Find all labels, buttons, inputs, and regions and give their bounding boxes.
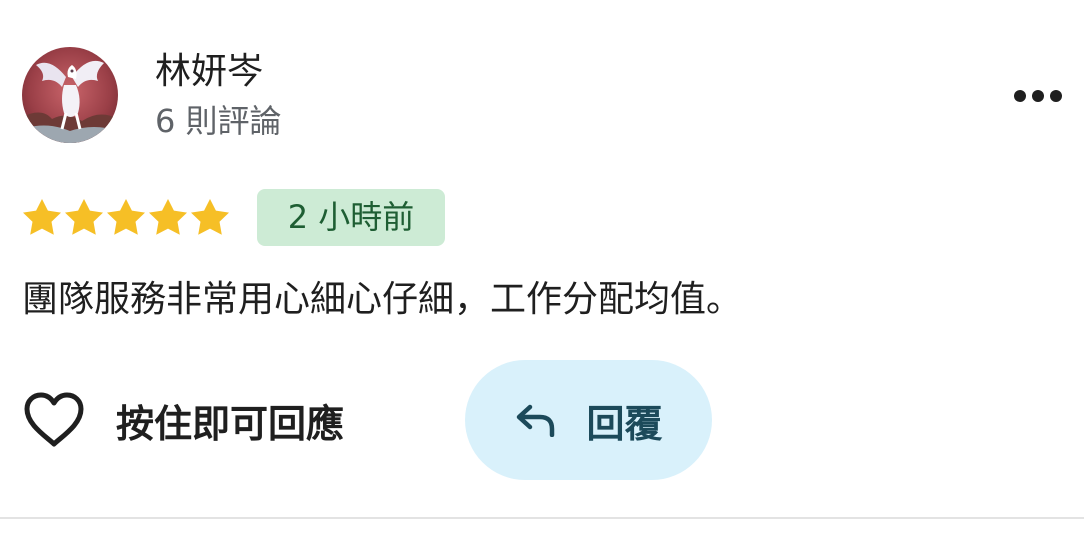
heart-outline-icon [24, 392, 84, 447]
more-options-button[interactable] [1010, 78, 1066, 114]
like-label: 按住即可回應 [116, 401, 345, 446]
reviewer-avatar[interactable] [22, 47, 118, 143]
divider [0, 517, 1084, 519]
pegasus-avatar-icon [22, 47, 118, 143]
reviewer-name[interactable]: 林妍岑 [155, 50, 263, 94]
time-ago-badge: 2 小時前 [257, 189, 445, 246]
review-count: 6 則評論 [155, 102, 282, 140]
star-icon [107, 199, 145, 235]
star-icon [23, 199, 61, 235]
like-button[interactable]: 按住即可回應 [22, 384, 344, 456]
review-text: 團隊服務非常用心細心仔細，工作分配均值。 [22, 279, 743, 320]
star-icon [65, 199, 103, 235]
reply-button[interactable]: 回覆 [465, 360, 712, 480]
reply-arrow-icon [517, 404, 555, 437]
star-icon [149, 199, 187, 235]
reply-label: 回覆 [586, 401, 663, 446]
more-horizontal-icon [1014, 90, 1062, 102]
star-icon [191, 199, 229, 235]
star-rating [22, 196, 232, 240]
